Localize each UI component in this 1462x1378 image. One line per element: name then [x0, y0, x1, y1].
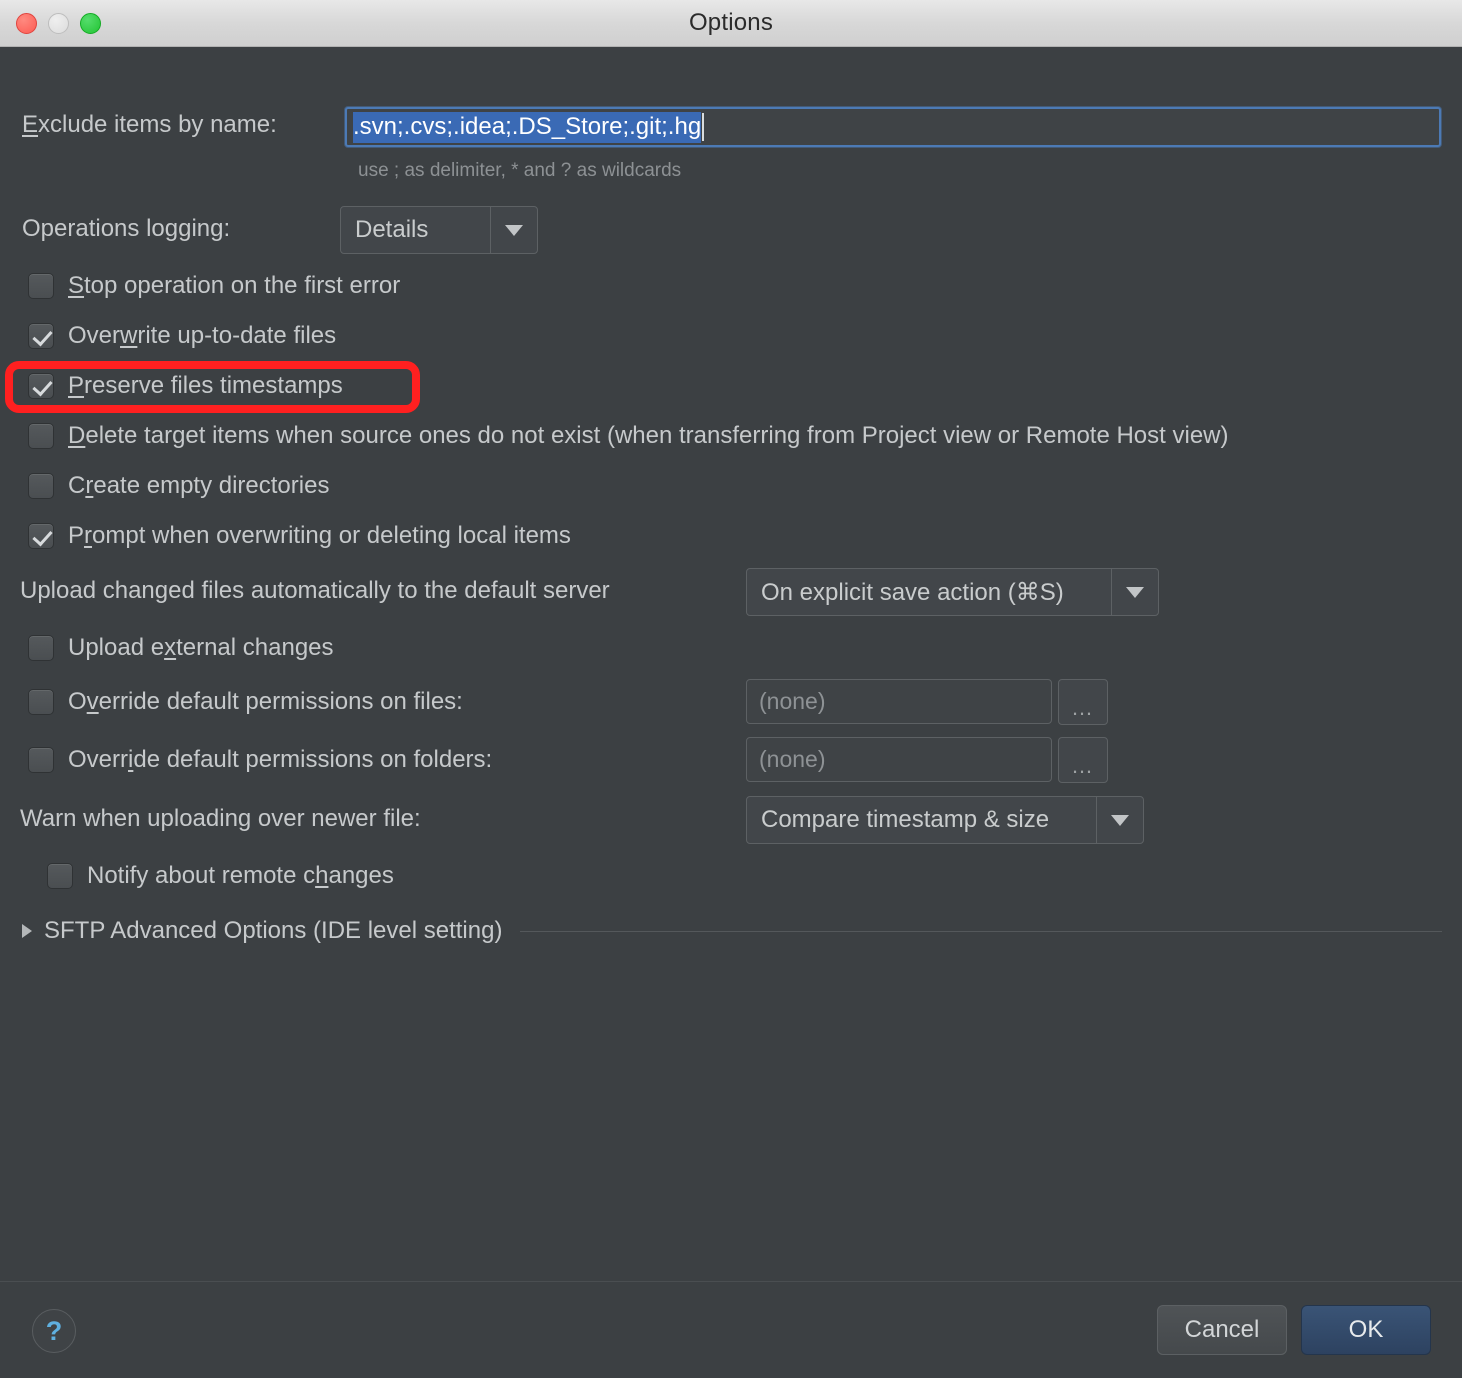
- checkbox-label-text: elete target items when source ones do n…: [85, 422, 1229, 449]
- checkbox-preserve-files-timestamps[interactable]: Preserve files timestamps: [28, 372, 343, 400]
- exclude-items-label: Exclude items by name:: [22, 113, 277, 137]
- checkbox-box[interactable]: [28, 373, 54, 399]
- cancel-button[interactable]: Cancel: [1157, 1305, 1287, 1355]
- checkbox-box[interactable]: [28, 323, 54, 349]
- checkbox-label-mnemonic: h: [315, 862, 329, 889]
- checkbox-label-text: rite up-to-date files: [137, 322, 337, 349]
- ellipsis-icon: …: [1071, 752, 1095, 778]
- checkbox-label-text: ompt when overwriting or deleting local …: [92, 522, 571, 549]
- chevron-down-icon[interactable]: [490, 207, 537, 253]
- exclude-label-mnemonic: E: [22, 111, 39, 138]
- checkbox-label-mnemonic: P: [68, 372, 85, 399]
- upload-auto-dropdown[interactable]: On explicit save action (⌘S): [746, 568, 1159, 616]
- cancel-button-label: Cancel: [1184, 1316, 1260, 1343]
- checkbox-label-mnemonic: x: [164, 634, 177, 661]
- checkbox-box[interactable]: [47, 863, 73, 889]
- warn-upload-value: Compare timestamp & size: [761, 806, 1050, 833]
- permissions-folders-input[interactable]: (none): [746, 737, 1052, 782]
- options-dialog-window: Options Exclude items by name: .svn;.cvs…: [0, 0, 1462, 1378]
- checkbox-overwrite-up-to-date-files[interactable]: Overwrite up-to-date files: [28, 322, 336, 350]
- checkbox-label-text: de default permissions on folders:: [133, 746, 493, 773]
- chevron-down-icon[interactable]: [1096, 797, 1143, 843]
- checkbox-box[interactable]: [28, 423, 54, 449]
- checkbox-box[interactable]: [28, 747, 54, 773]
- operations-logging-label: Operations logging:: [22, 215, 231, 242]
- sftp-advanced-options-section[interactable]: SFTP Advanced Options (IDE level setting…: [22, 919, 1442, 943]
- checkbox-upload-external-changes[interactable]: Upload external changes: [28, 634, 334, 662]
- checkbox-label-mnemonic: r: [84, 522, 93, 549]
- maximize-button[interactable]: [80, 12, 101, 34]
- checkbox-label-prefix: Overr: [68, 746, 128, 773]
- checkbox-label-prefix: Upload e: [68, 634, 165, 661]
- exclude-items-hint: use ; as delimiter, * and ? as wildcards: [358, 160, 682, 181]
- checkbox-box[interactable]: [28, 473, 54, 499]
- checkbox-box[interactable]: [28, 523, 54, 549]
- checkbox-label-prefix: C: [68, 472, 86, 499]
- permissions-folders-browse-button[interactable]: …: [1058, 737, 1108, 783]
- minimize-button[interactable]: [48, 12, 69, 34]
- upload-auto-value: On explicit save action (⌘S): [761, 578, 1064, 606]
- warn-upload-dropdown[interactable]: Compare timestamp & size: [746, 796, 1144, 844]
- permissions-files-browse-button[interactable]: …: [1058, 679, 1108, 725]
- checkbox-override-permissions-files[interactable]: Override default permissions on files:: [28, 688, 463, 716]
- operations-logging-dropdown[interactable]: Details: [340, 206, 538, 254]
- window-controls: [16, 0, 101, 46]
- operations-logging-value: Details: [355, 216, 429, 243]
- dialog-content: Exclude items by name: .svn;.cvs;.idea;.…: [0, 47, 1462, 1279]
- checkbox-label-prefix: P: [68, 522, 85, 549]
- checkbox-label-mnemonic: w: [120, 322, 138, 349]
- exclude-items-input[interactable]: .svn;.cvs;.idea;.DS_Store;.git;.hg: [345, 107, 1441, 147]
- chevron-down-icon[interactable]: [1111, 569, 1158, 615]
- checkbox-box[interactable]: [28, 273, 54, 299]
- ok-button[interactable]: OK: [1301, 1305, 1431, 1355]
- warn-upload-label: Warn when uploading over newer file:: [20, 805, 421, 832]
- checkbox-create-empty-directories[interactable]: Create empty directories: [28, 472, 329, 500]
- title-bar: Options: [0, 0, 1462, 47]
- upload-auto-label: Upload changed files automatically to th…: [20, 577, 610, 604]
- permissions-folders-value: (none): [759, 746, 826, 772]
- checkbox-label-text: top operation on the first error: [84, 272, 401, 299]
- checkbox-override-permissions-folders[interactable]: Override default permissions on folders:: [28, 746, 492, 774]
- checkbox-prompt-when-overwriting[interactable]: Prompt when overwriting or deleting loca…: [28, 522, 571, 550]
- checkbox-stop-operation-on-first-error[interactable]: Stop operation on the first error: [28, 272, 400, 300]
- checkbox-delete-target-items[interactable]: Delete target items when source ones do …: [28, 422, 1229, 450]
- checkbox-label-text: anges: [328, 862, 394, 889]
- checkbox-box[interactable]: [28, 635, 54, 661]
- question-mark-icon: ?: [45, 1315, 63, 1346]
- checkbox-label-text: ternal changes: [176, 634, 334, 661]
- help-button[interactable]: ?: [32, 1309, 76, 1353]
- checkbox-label-mnemonic: S: [68, 272, 85, 299]
- close-button[interactable]: [16, 12, 37, 34]
- checkbox-label-mnemonic: v: [86, 688, 99, 715]
- section-divider: [520, 930, 1442, 932]
- permissions-files-value: (none): [759, 688, 826, 714]
- checkbox-notify-about-remote-changes[interactable]: Notify about remote changes: [47, 862, 394, 890]
- sftp-advanced-options-label: SFTP Advanced Options (IDE level setting…: [44, 917, 503, 944]
- checkbox-label-text: erride default permissions on files:: [98, 688, 463, 715]
- ok-button-label: OK: [1348, 1316, 1384, 1343]
- checkbox-label-prefix: Over: [68, 322, 121, 349]
- checkbox-label-text: eate empty directories: [93, 472, 330, 499]
- checkbox-label-text: reserve files timestamps: [84, 372, 343, 399]
- exclude-items-value: .svn;.cvs;.idea;.DS_Store;.git;.hg: [353, 111, 702, 143]
- permissions-files-input[interactable]: (none): [746, 679, 1052, 724]
- text-caret: [702, 113, 705, 141]
- checkbox-label-prefix: O: [68, 688, 87, 715]
- ellipsis-icon: …: [1071, 694, 1095, 720]
- checkbox-label-prefix: Notify about remote c: [87, 862, 316, 889]
- checkbox-box[interactable]: [28, 689, 54, 715]
- window-title: Options: [688, 9, 774, 36]
- exclude-label-text: xclude items by name:: [38, 111, 277, 138]
- checkbox-label-mnemonic: D: [68, 422, 86, 449]
- collapsed-triangle-icon[interactable]: [22, 924, 32, 938]
